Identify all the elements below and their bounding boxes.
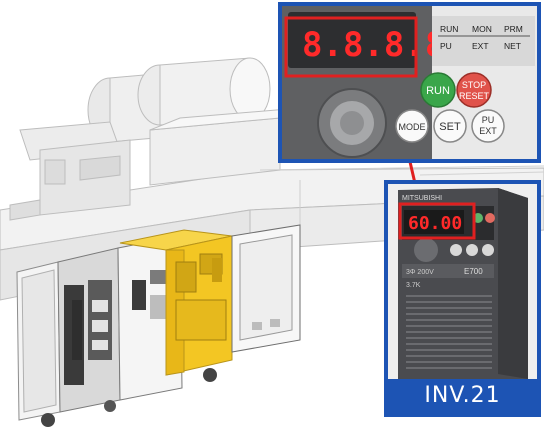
indicator-net: NET: [504, 41, 521, 51]
reset-label: RESET: [459, 91, 490, 101]
inverter-graphic: MITSUBISHI 60.00 3Φ 200V E700 3.7K: [388, 184, 537, 379]
brand-label: MITSUBISHI: [402, 195, 442, 202]
rating-label: 3.7K: [406, 282, 421, 289]
operation-panel-zoom: 8.8.8.8 RUN MON PRM PU EXT NET RUN STOP …: [278, 2, 541, 163]
pu-label: PU: [482, 115, 495, 125]
voltage-label: 3Φ 200V: [406, 269, 434, 276]
ext-label: EXT: [479, 126, 497, 136]
indicator-mon: MON: [472, 24, 492, 34]
inverter-unit: MITSUBISHI 60.00 3Φ 200V E700 3.7K INV.2…: [384, 180, 541, 417]
stop-reset-button[interactable]: [456, 72, 492, 108]
indicator-ext: EXT: [472, 41, 489, 51]
model-label: E700: [464, 267, 483, 276]
indicator-pu: PU: [440, 41, 452, 51]
operation-panel-graphic: 8.8.8.8 RUN MON PRM PU EXT NET RUN STOP …: [282, 6, 537, 159]
zoom-display-value: 8.8.8.8: [302, 25, 445, 65]
indicator-run: RUN: [440, 24, 458, 34]
set-label: SET: [439, 121, 461, 133]
inverter-number-label: INV.21: [388, 379, 537, 413]
mode-label: MODE: [399, 122, 426, 132]
stop-label: STOP: [462, 80, 486, 90]
indicator-prm: PRM: [504, 24, 523, 34]
run-button-label: RUN: [426, 85, 450, 97]
drive-display-value: 60.00: [408, 213, 462, 234]
